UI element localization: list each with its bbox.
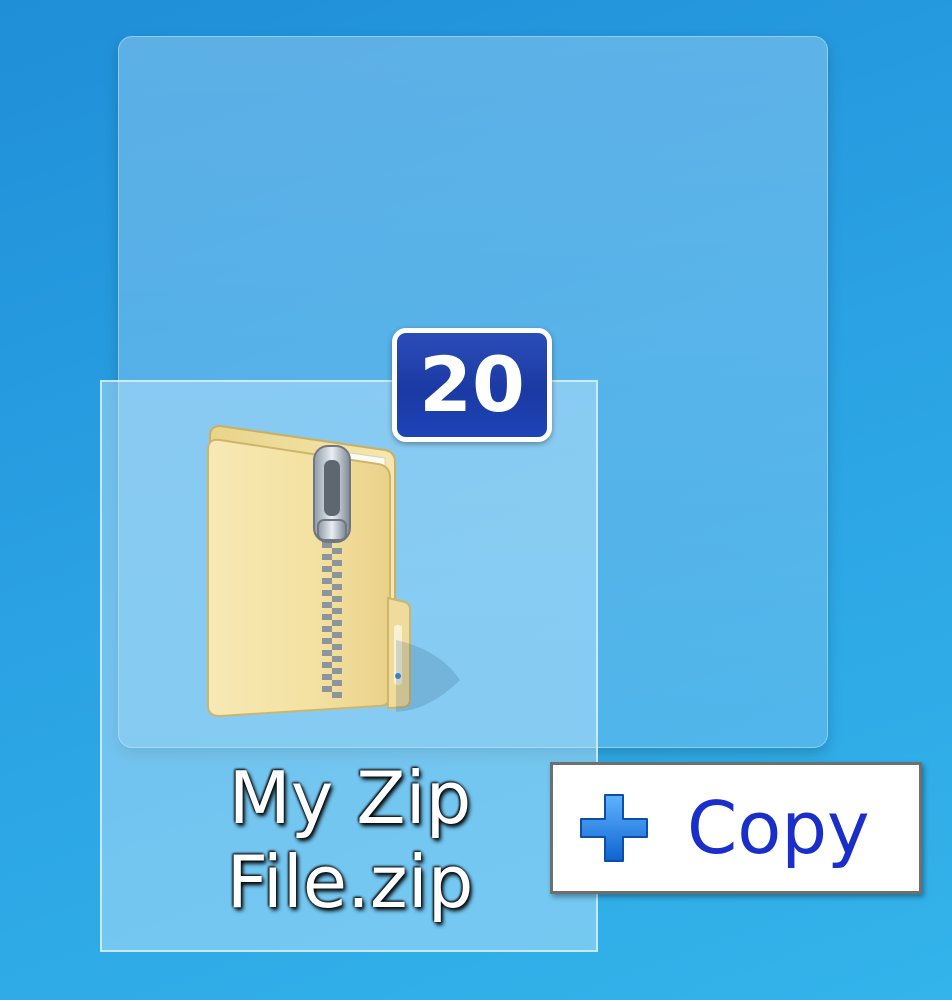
icon-label-line1: My Zip <box>228 756 472 840</box>
drag-action-label: Copy <box>687 786 870 870</box>
zip-folder-icon <box>207 424 460 718</box>
drag-count-badge: 20 <box>392 328 552 442</box>
icon-label-line2: File.zip <box>226 840 474 924</box>
desktop-icon-label[interactable]: My Zip File.zip <box>140 756 560 924</box>
drag-action-tooltip: Copy <box>550 762 922 894</box>
plus-icon <box>580 794 648 862</box>
desktop[interactable]: My Zip File.zip 20 Copy <box>0 0 952 1000</box>
